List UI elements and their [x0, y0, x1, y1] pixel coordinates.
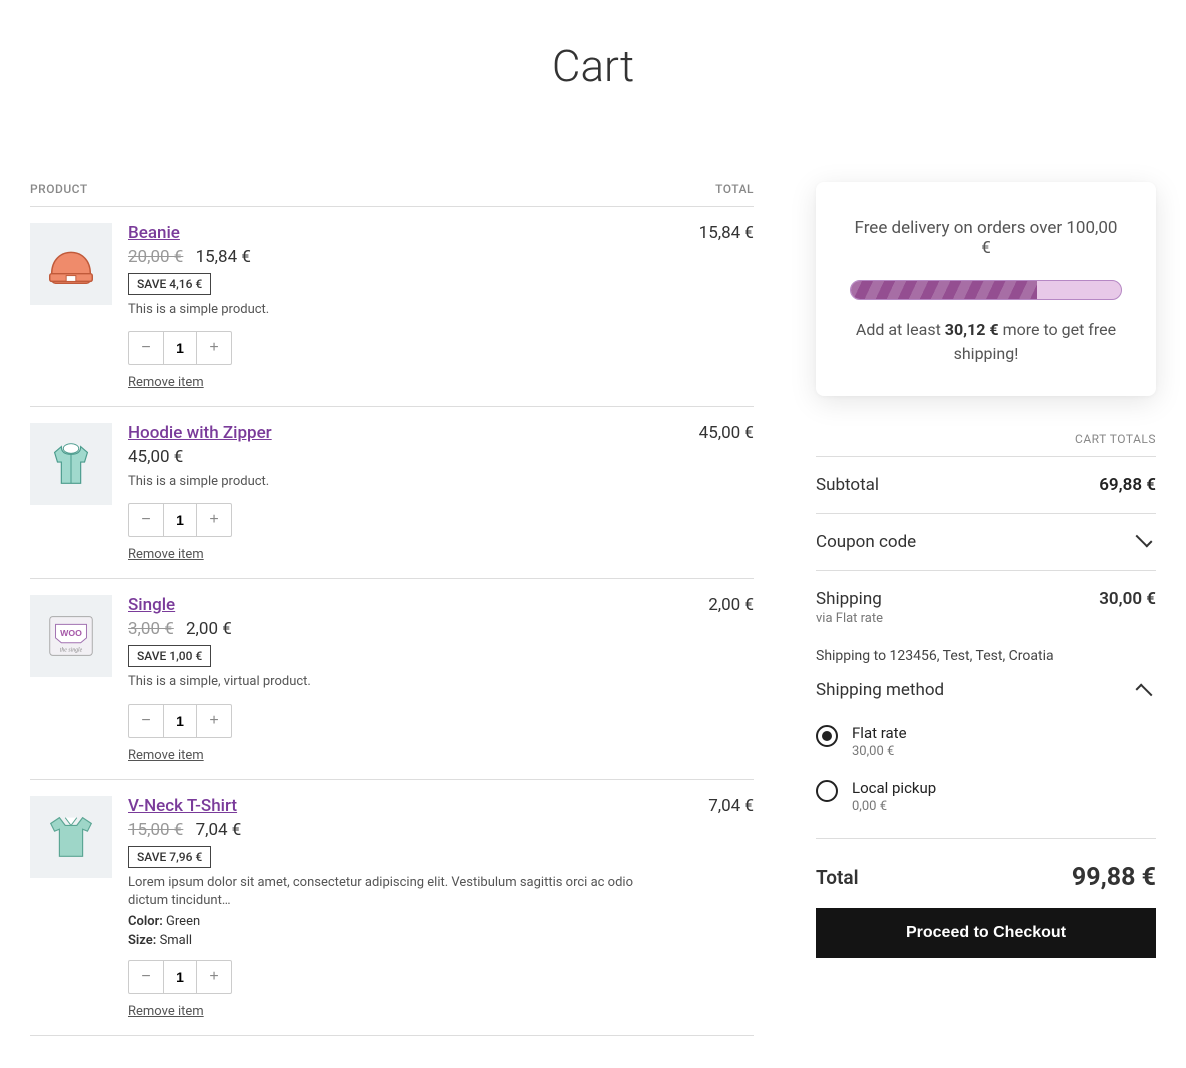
product-thumbnail[interactable] — [30, 796, 112, 878]
qty-decrease-button[interactable]: − — [129, 332, 163, 364]
album-icon: WOO the single — [42, 607, 100, 665]
line-total: 2,00 € — [684, 595, 754, 762]
coupon-label: Coupon code — [816, 532, 916, 552]
product-thumbnail[interactable] — [30, 223, 112, 305]
page-title: Cart — [30, 40, 1156, 92]
old-price: 3,00 € — [128, 619, 174, 639]
shipping-option-local-pickup[interactable]: Local pickup 0,00 € — [816, 769, 1156, 824]
product-thumbnail[interactable] — [30, 423, 112, 505]
product-description: This is a simple product. — [128, 301, 668, 319]
free-shipping-promo: Free delivery on orders over 100,00 € Ad… — [816, 182, 1156, 396]
qty-increase-button[interactable]: + — [197, 504, 231, 536]
product-thumbnail[interactable]: WOO the single — [30, 595, 112, 677]
cart-item: WOO the single Single 3,00 € 2,00 € SAVE … — [30, 579, 754, 779]
qty-input[interactable] — [163, 705, 197, 737]
shipping-value: 30,00 € — [1099, 589, 1156, 609]
product-description: This is a simple, virtual product. — [128, 673, 668, 691]
total-value: 99,88 € — [1072, 863, 1156, 892]
option-name: Flat rate — [852, 724, 907, 742]
product-name-link[interactable]: V-Neck T-Shirt — [128, 796, 237, 816]
old-price: 20,00 € — [128, 247, 183, 267]
save-badge: SAVE 4,16 € — [128, 273, 211, 295]
variant-color: Color: Green — [128, 914, 668, 929]
cart-item: V-Neck T-Shirt 15,00 € 7,04 € SAVE 7,96 … — [30, 780, 754, 1036]
current-price: 7,04 € — [196, 820, 242, 840]
radio-checked-icon — [816, 725, 838, 747]
subtotal-value: 69,88 € — [1099, 475, 1156, 495]
qty-decrease-button[interactable]: − — [129, 504, 163, 536]
current-price: 45,00 € — [128, 447, 183, 467]
svg-text:WOO: WOO — [60, 628, 82, 638]
line-total: 7,04 € — [684, 796, 754, 1019]
current-price: 2,00 € — [186, 619, 232, 639]
qty-increase-button[interactable]: + — [197, 961, 231, 993]
qty-increase-button[interactable]: + — [197, 705, 231, 737]
shipping-method-toggle[interactable]: Shipping method — [816, 680, 1156, 700]
subtotal-label: Subtotal — [816, 475, 879, 495]
product-name-link[interactable]: Single — [128, 595, 175, 615]
shipping-option-flat-rate[interactable]: Flat rate 30,00 € — [816, 714, 1156, 769]
product-name-link[interactable]: Hoodie with Zipper — [128, 423, 272, 443]
old-price: 15,00 € — [128, 820, 183, 840]
qty-decrease-button[interactable]: − — [129, 961, 163, 993]
svg-text:the single: the single — [60, 648, 83, 654]
progress-bar — [850, 280, 1122, 300]
chevron-down-icon — [1136, 531, 1153, 548]
cart-item: Hoodie with Zipper 45,00 € This is a sim… — [30, 407, 754, 579]
product-description: This is a simple product. — [128, 473, 668, 491]
product-description: Lorem ipsum dolor sit amet, consectetur … — [128, 874, 668, 910]
shipping-label: Shipping — [816, 589, 882, 609]
qty-decrease-button[interactable]: − — [129, 705, 163, 737]
qty-input[interactable] — [163, 504, 197, 536]
promo-title: Free delivery on orders over 100,00 € — [850, 218, 1122, 258]
hoodie-icon — [42, 435, 100, 493]
option-price: 30,00 € — [852, 744, 907, 759]
shipping-via: via Flat rate — [816, 611, 1156, 626]
remove-item-link[interactable]: Remove item — [128, 748, 668, 763]
radio-unchecked-icon — [816, 780, 838, 802]
cart-items-panel: PRODUCT TOTAL Beanie 20,00 € 15,84 € SAV… — [30, 182, 754, 1036]
checkout-button[interactable]: Proceed to Checkout — [816, 908, 1156, 958]
tshirt-icon — [42, 808, 100, 866]
save-badge: SAVE 7,96 € — [128, 846, 211, 868]
coupon-toggle[interactable]: Coupon code — [816, 514, 1156, 571]
col-product: PRODUCT — [30, 182, 88, 196]
remove-item-link[interactable]: Remove item — [128, 1004, 668, 1019]
chevron-up-icon — [1136, 684, 1153, 701]
shipping-destination: Shipping to 123456, Test, Test, Croatia — [816, 648, 1156, 664]
col-total: TOTAL — [715, 182, 754, 196]
product-name-link[interactable]: Beanie — [128, 223, 180, 243]
option-price: 0,00 € — [852, 799, 936, 814]
progress-fill — [851, 281, 1037, 299]
remove-item-link[interactable]: Remove item — [128, 375, 668, 390]
beanie-icon — [42, 235, 100, 293]
remove-item-link[interactable]: Remove item — [128, 547, 668, 562]
shipping-method-label: Shipping method — [816, 680, 944, 700]
line-total: 45,00 € — [684, 423, 754, 562]
line-total: 15,84 € — [684, 223, 754, 390]
option-name: Local pickup — [852, 779, 936, 797]
qty-increase-button[interactable]: + — [197, 332, 231, 364]
qty-input[interactable] — [163, 332, 197, 364]
cart-totals-panel: Free delivery on orders over 100,00 € Ad… — [816, 182, 1156, 1036]
variant-size: Size: Small — [128, 933, 668, 948]
cart-item: Beanie 20,00 € 15,84 € SAVE 4,16 € This … — [30, 207, 754, 407]
promo-message: Add at least 30,12 € more to get free sh… — [850, 318, 1122, 366]
total-label: Total — [816, 866, 859, 889]
current-price: 15,84 € — [196, 247, 251, 267]
totals-header: CART TOTALS — [816, 432, 1156, 457]
save-badge: SAVE 1,00 € — [128, 645, 211, 667]
qty-input[interactable] — [163, 961, 197, 993]
